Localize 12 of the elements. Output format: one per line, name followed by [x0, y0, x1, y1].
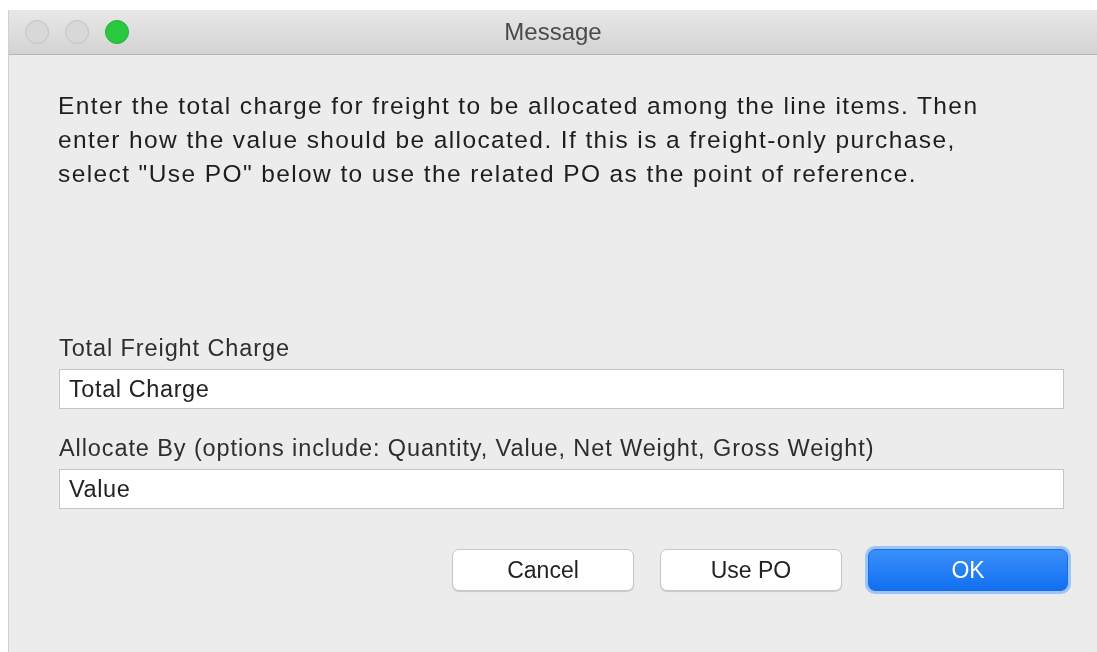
window-title: Message: [504, 18, 602, 46]
field-label: Allocate By (options include: Quantity, Value, Net Weight, Gross Weight): [59, 434, 875, 463]
dialog-button[interactable]: Use PO: [660, 549, 842, 591]
input-field[interactable]: Value: [59, 469, 1064, 509]
field-label: Total Freight Charge: [59, 334, 290, 363]
minimize-button[interactable]: [65, 20, 89, 44]
zoom-button[interactable]: [105, 20, 129, 44]
close-button[interactable]: [25, 20, 49, 44]
message-text: Enter the total charge for freight to be allocated among the line items. Then enter how the value should be allocated. If this is a freight-only purchase, select "Use PO" below to use the related PO as the point of reference.: [58, 91, 980, 189]
default-button[interactable]: OK: [868, 549, 1068, 591]
dialog-button[interactable]: Cancel: [452, 549, 634, 591]
input-field[interactable]: Total Charge: [59, 369, 1064, 409]
